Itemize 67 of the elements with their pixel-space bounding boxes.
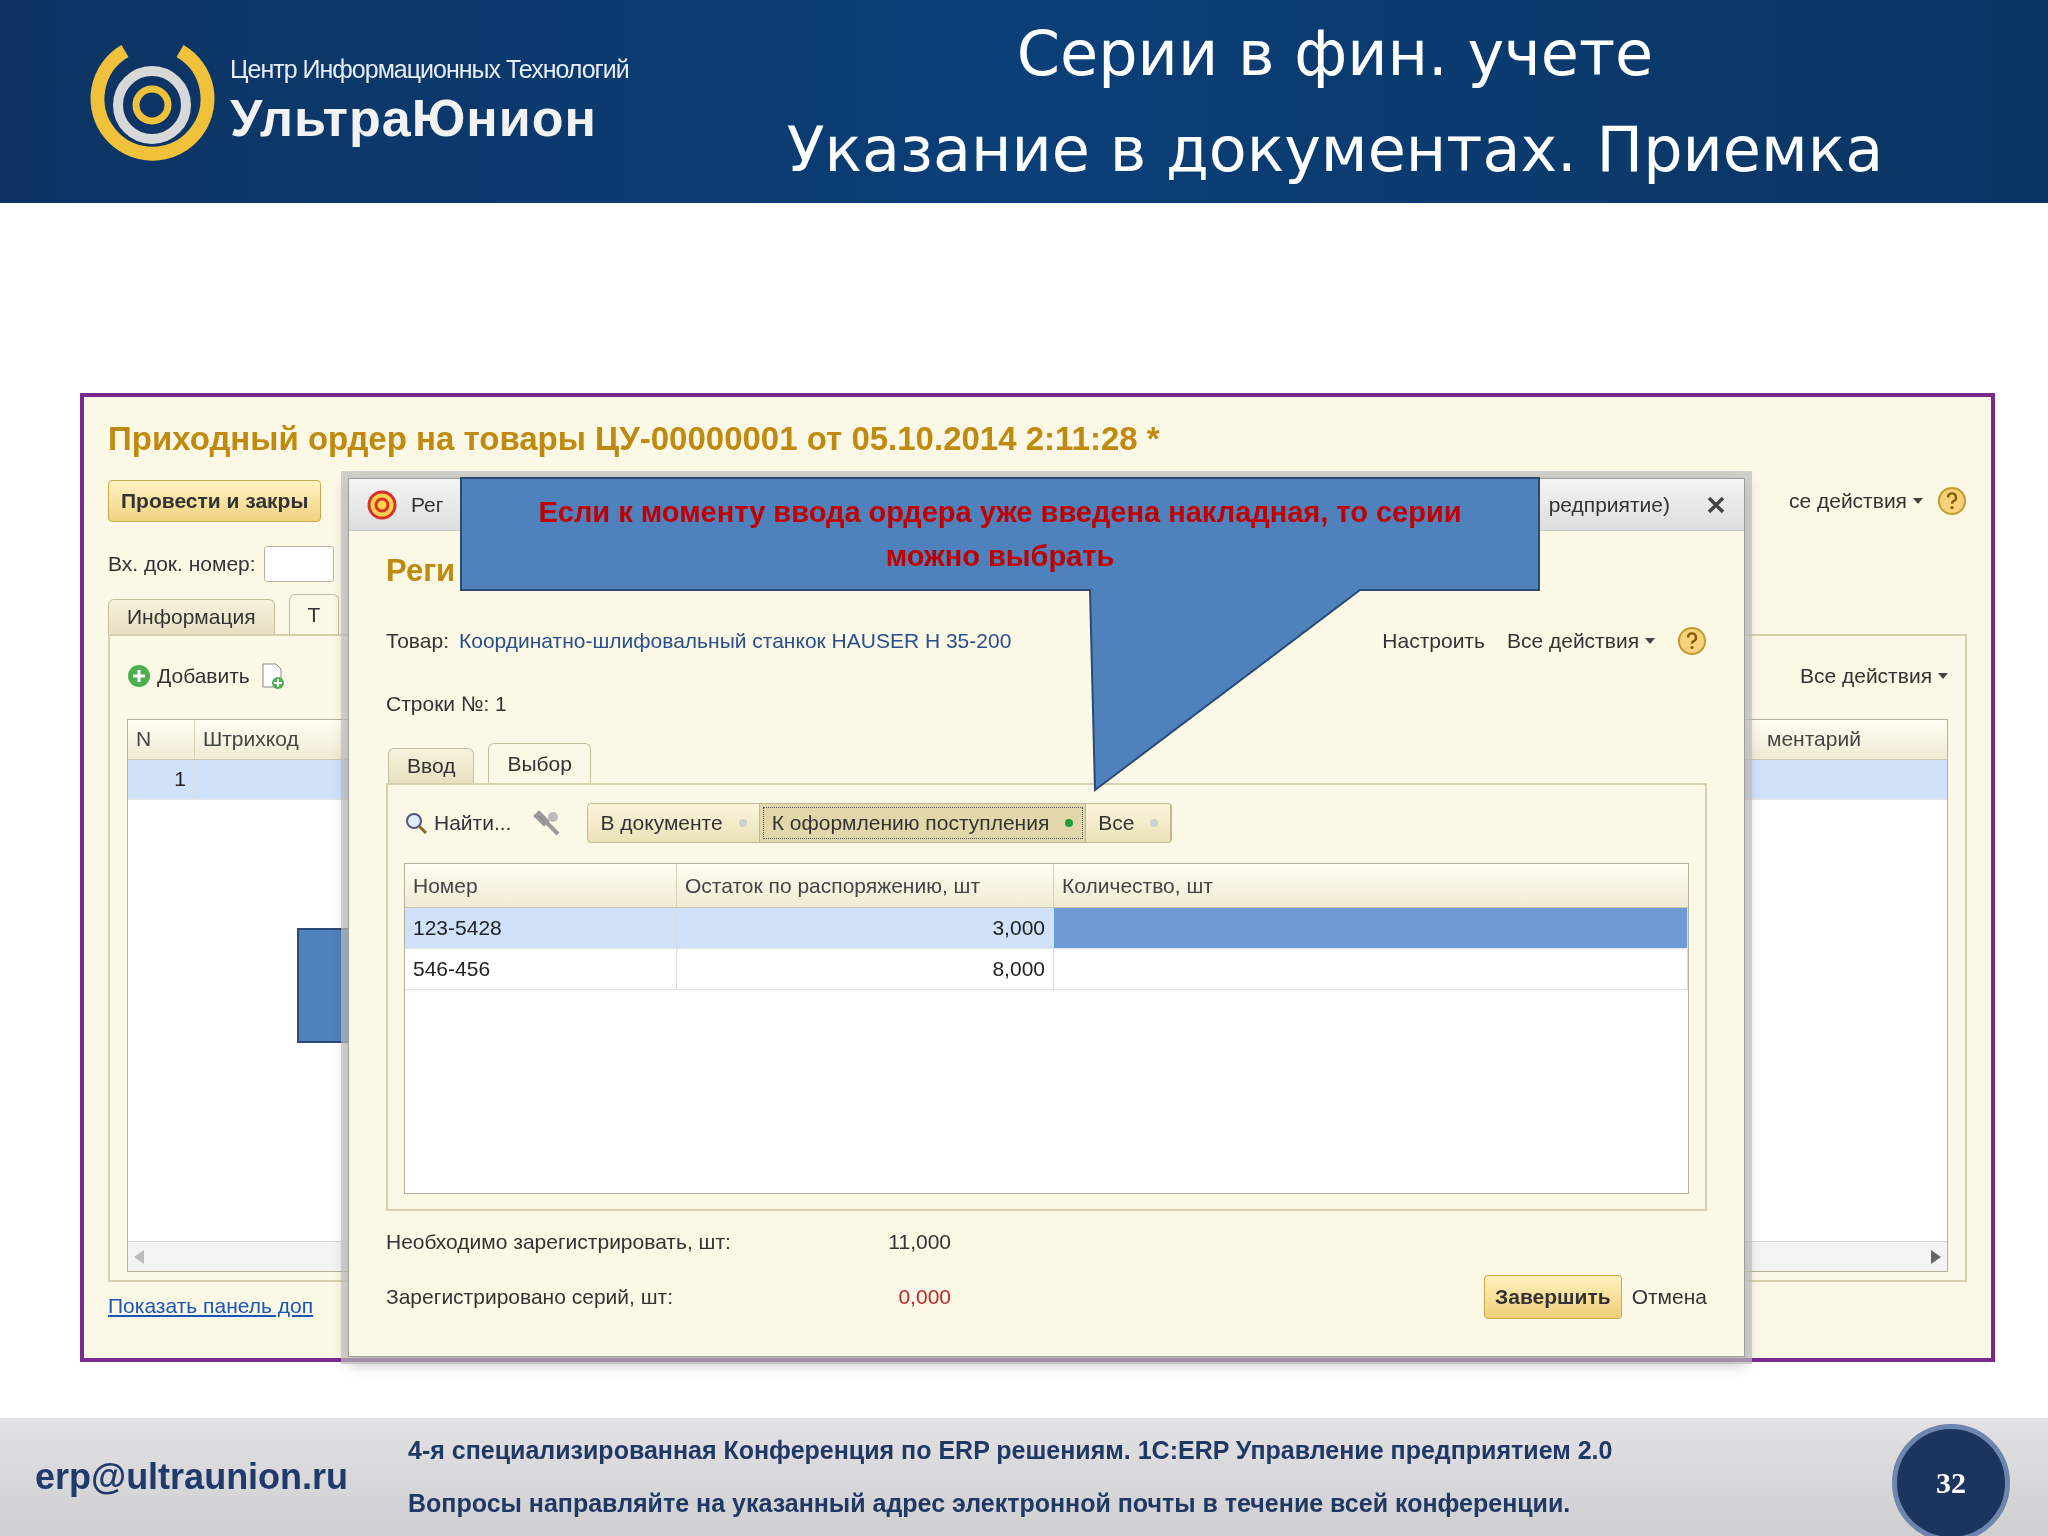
document-add-icon[interactable] (259, 661, 286, 690)
registered-value: 0,000 (897, 1285, 951, 1309)
number-label: Вх. док. номер: (108, 552, 256, 576)
scroll-left-icon[interactable] (134, 1249, 146, 1264)
slide-title: Серии в фин. учете (1016, 15, 1654, 92)
app-icon (367, 489, 397, 520)
number-field[interactable] (263, 546, 334, 582)
required-value: 11,000 (887, 1230, 951, 1254)
logo-tagline: Центр Информационных Технологий (230, 55, 629, 84)
table-cell: 1 (128, 759, 195, 799)
window-title: Приходный ордер на товары ЦУ-00000001 от 05.10.2014 2:11:28 * (108, 419, 1161, 459)
product-label: Товар: (386, 629, 449, 653)
callout-text: Если к моменту ввода ордера уже введена накладная, то серии можно выбрать (537, 494, 1463, 574)
table-row[interactable]: 546-456 8,000 (405, 949, 1688, 990)
caret-icon (1645, 638, 1655, 644)
registered-label: Зарегистрировано серий, шт: (386, 1285, 674, 1309)
tab[interactable]: Ввод (388, 748, 475, 783)
product-name: Координатно-шлифовальный станкок HAUSER H 35-200 (459, 629, 1012, 653)
tab[interactable]: Выбор (488, 743, 591, 783)
add-button[interactable]: Добавить (127, 663, 250, 688)
table-row[interactable]: 123-5428 3,000 (405, 908, 1688, 949)
all-actions-menu[interactable]: Все действия (1506, 629, 1655, 653)
help-icon[interactable] (1677, 626, 1707, 656)
status-dot (1065, 819, 1074, 827)
find-button[interactable]: Найти... (404, 811, 512, 835)
footer-text: Вопросы направляйте на указанный адрес электронной почты в течение всей конференции. (408, 1489, 1572, 1518)
caret-icon (1913, 498, 1923, 504)
dialog-title: Рег (411, 492, 444, 517)
row-number-label: Строки №: 1 (386, 692, 507, 716)
column-header: Количество, шт (1061, 872, 1214, 899)
column-header: Остаток по распоряжению, шт (677, 864, 1054, 907)
column-header: ментарий (1767, 726, 1862, 753)
required-label: Необходимо зарегистрировать, шт: (386, 1230, 732, 1254)
slide-title: Указание в документах. Приемка (786, 111, 1884, 188)
table-cell[interactable] (1054, 908, 1688, 948)
tab[interactable]: Т (288, 594, 340, 634)
page-number: 32 (1892, 1424, 2010, 1536)
filter-option[interactable]: Все (1086, 804, 1172, 842)
caret-icon (1938, 672, 1948, 679)
post-button[interactable]: Провести и закры (108, 480, 322, 522)
column-header: N (128, 719, 195, 759)
dialog-heading: Реги (386, 552, 456, 590)
all-actions-menu[interactable]: се действия (1788, 489, 1923, 513)
add-icon (127, 663, 151, 688)
finish-button[interactable]: Завершить (1484, 1275, 1622, 1319)
dialog-title: редприятие) (1548, 492, 1670, 517)
cancel-button[interactable]: Отмена (1631, 1285, 1707, 1309)
all-actions-menu[interactable]: Все действия (1799, 663, 1948, 688)
scroll-right-icon[interactable] (1929, 1249, 1941, 1264)
logo-name: УльтраЮнион (230, 88, 598, 148)
close-icon[interactable] (1706, 494, 1726, 515)
column-header: Номер (405, 864, 677, 907)
table-cell: 8,000 (677, 949, 1054, 989)
column-header: Штрихкод (202, 726, 300, 753)
status-dot (738, 819, 747, 827)
search-icon (404, 811, 428, 835)
contact-email: erp@ultraunion.ru (35, 1456, 350, 1498)
configure-button[interactable]: Настроить (1382, 629, 1485, 653)
tab[interactable]: Информация (108, 599, 275, 634)
table-cell: 123-5428 (405, 908, 677, 948)
help-icon[interactable] (1937, 486, 1967, 516)
show-panel-link[interactable]: Показать панель доп (108, 1294, 314, 1318)
filter-option[interactable]: К оформлению поступления (759, 804, 1087, 842)
footer-text: 4-я специализированная Конференция по ERP решениям. 1С:ERP Управление предприятием 2.0 (408, 1436, 1613, 1465)
status-dot (1150, 819, 1159, 827)
table-cell: 546-456 (405, 949, 677, 989)
filter-option[interactable]: В документе (588, 804, 760, 842)
